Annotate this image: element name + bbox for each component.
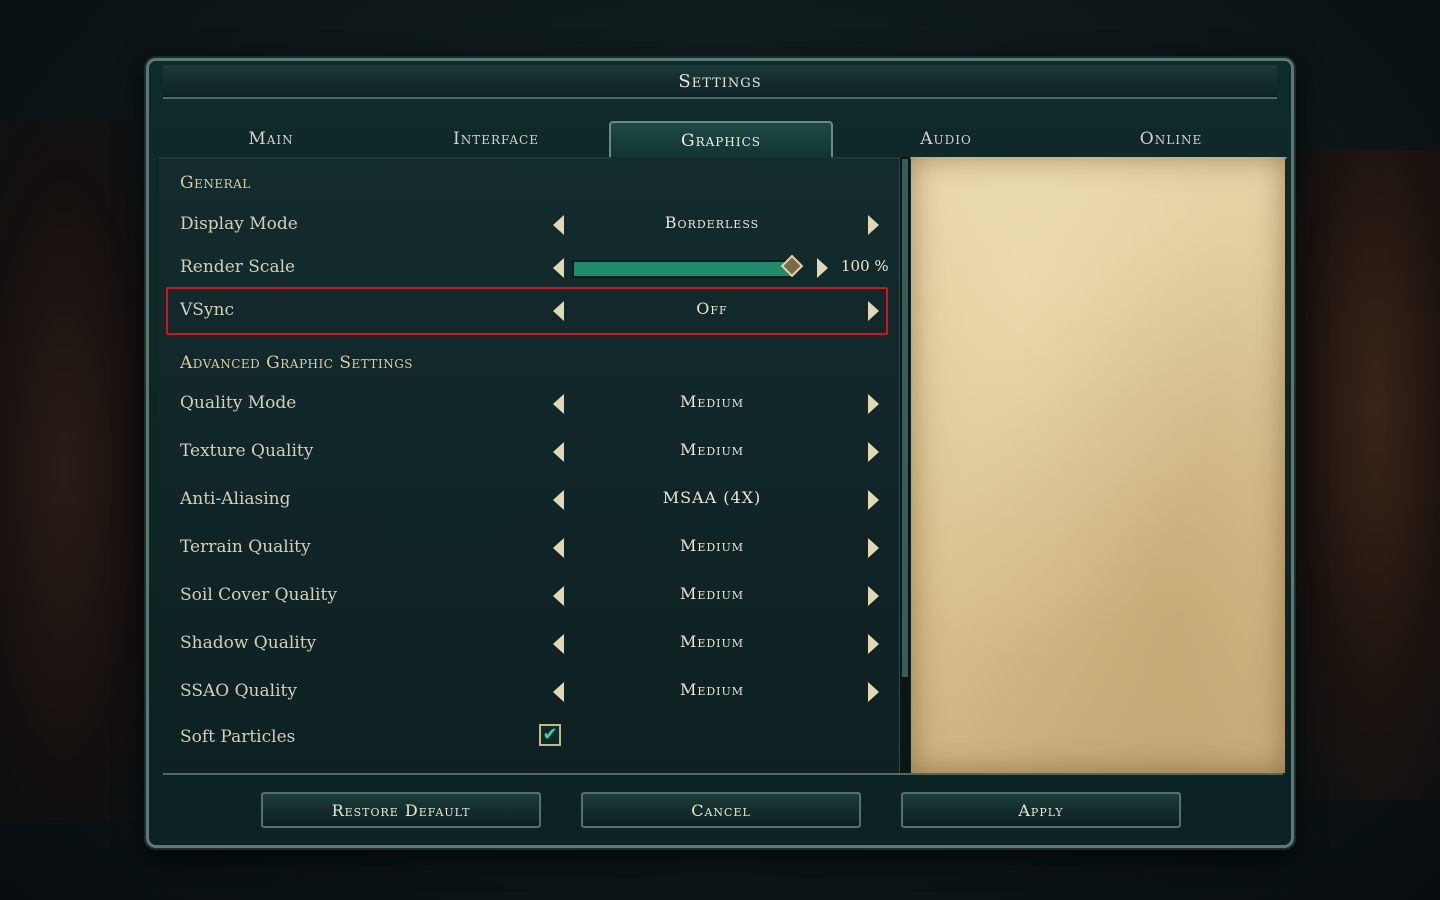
setting-row-display-mode: Display Mode Borderless [167, 201, 891, 249]
setting-label: Soil Cover Quality [180, 585, 337, 605]
setting-row-shadow-quality: Shadow Quality Medium [167, 620, 891, 668]
setting-label: Terrain Quality [180, 537, 311, 557]
arrow-left-icon[interactable] [553, 215, 564, 235]
section-header-general: General [180, 173, 251, 193]
arrow-right-icon[interactable] [868, 634, 879, 654]
tab-audio[interactable]: Audio [834, 121, 1058, 157]
setting-value: Medium [679, 632, 745, 651]
arrow-right-icon[interactable] [868, 442, 879, 462]
setting-value: Medium [679, 680, 745, 699]
arrow-left-icon[interactable] [553, 538, 564, 558]
vsync-highlight-box [166, 287, 888, 335]
setting-value: MSAA (4X) [662, 488, 762, 507]
arrow-left-icon[interactable] [553, 634, 564, 654]
tab-bar: Main Interface Graphics Audio Online [159, 121, 1287, 159]
setting-row-anti-aliasing: Anti-Aliasing MSAA (4X) [167, 476, 891, 524]
cancel-button[interactable]: Cancel [581, 792, 861, 828]
setting-label: Anti-Aliasing [180, 489, 291, 509]
setting-value: Medium [679, 536, 745, 555]
setting-label: Shadow Quality [180, 633, 317, 653]
setting-label: Display Mode [180, 214, 298, 234]
tab-interface[interactable]: Interface [384, 121, 608, 157]
arrow-left-icon[interactable] [553, 586, 564, 606]
checkmark-icon: ✔ [542, 724, 558, 745]
setting-label: Soft Particles [180, 727, 296, 747]
setting-label: Texture Quality [180, 441, 314, 461]
setting-row-soil-cover-quality: Soil Cover Quality Medium [167, 572, 891, 620]
arrow-right-icon[interactable] [868, 394, 879, 414]
arrow-right-icon[interactable] [868, 586, 879, 606]
arrow-right-icon[interactable] [817, 258, 828, 278]
render-scale-slider[interactable] [572, 260, 794, 278]
arrow-left-icon[interactable] [553, 394, 564, 414]
section-header-advanced: Advanced Graphic Settings [180, 353, 413, 373]
setting-row-quality-mode: Quality Mode Medium [167, 380, 891, 428]
arrow-right-icon[interactable] [868, 682, 879, 702]
setting-label: Render Scale [180, 257, 296, 277]
settings-scrollbar[interactable] [899, 157, 910, 773]
soft-particles-checkbox[interactable]: ✔ [539, 724, 561, 746]
setting-row-render-scale: Render Scale 100 % [167, 244, 891, 292]
setting-row-terrain-quality: Terrain Quality Medium [167, 524, 891, 572]
scrollbar-thumb[interactable] [902, 159, 908, 677]
arrow-right-icon[interactable] [868, 215, 879, 235]
background-left [0, 120, 160, 820]
tab-graphics[interactable]: Graphics [609, 121, 833, 159]
apply-button[interactable]: Apply [901, 792, 1181, 828]
arrow-left-icon[interactable] [553, 442, 564, 462]
arrow-right-icon[interactable] [868, 490, 879, 510]
setting-label: Quality Mode [180, 393, 297, 413]
setting-row-texture-quality: Texture Quality Medium [167, 428, 891, 476]
background-right [1280, 150, 1440, 800]
tab-online[interactable]: Online [1059, 121, 1283, 157]
tab-main[interactable]: Main [159, 121, 383, 157]
title-bar: Settings [163, 65, 1277, 99]
setting-value: Borderless [664, 213, 760, 232]
description-parchment-panel [911, 157, 1285, 773]
setting-value: Medium [679, 584, 745, 603]
setting-label: SSAO Quality [180, 681, 297, 701]
arrow-right-icon[interactable] [868, 538, 879, 558]
setting-row-ssao-quality: SSAO Quality Medium [167, 668, 891, 716]
settings-list[interactable]: General Display Mode Borderless Render S… [159, 157, 899, 773]
window-title: Settings [678, 70, 762, 92]
arrow-left-icon[interactable] [553, 682, 564, 702]
setting-value: Medium [679, 440, 745, 459]
arrow-left-icon[interactable] [553, 490, 564, 510]
setting-row-soft-particles: Soft Particles ✔ [167, 714, 891, 762]
arrow-left-icon[interactable] [553, 258, 564, 278]
slider-value: 100 % [841, 257, 889, 275]
setting-value: Medium [679, 392, 745, 411]
settings-window: Settings Main Interface Graphics Audio O… [146, 58, 1294, 848]
restore-default-button[interactable]: Restore Default [261, 792, 541, 828]
button-bar-divider [163, 773, 1283, 779]
